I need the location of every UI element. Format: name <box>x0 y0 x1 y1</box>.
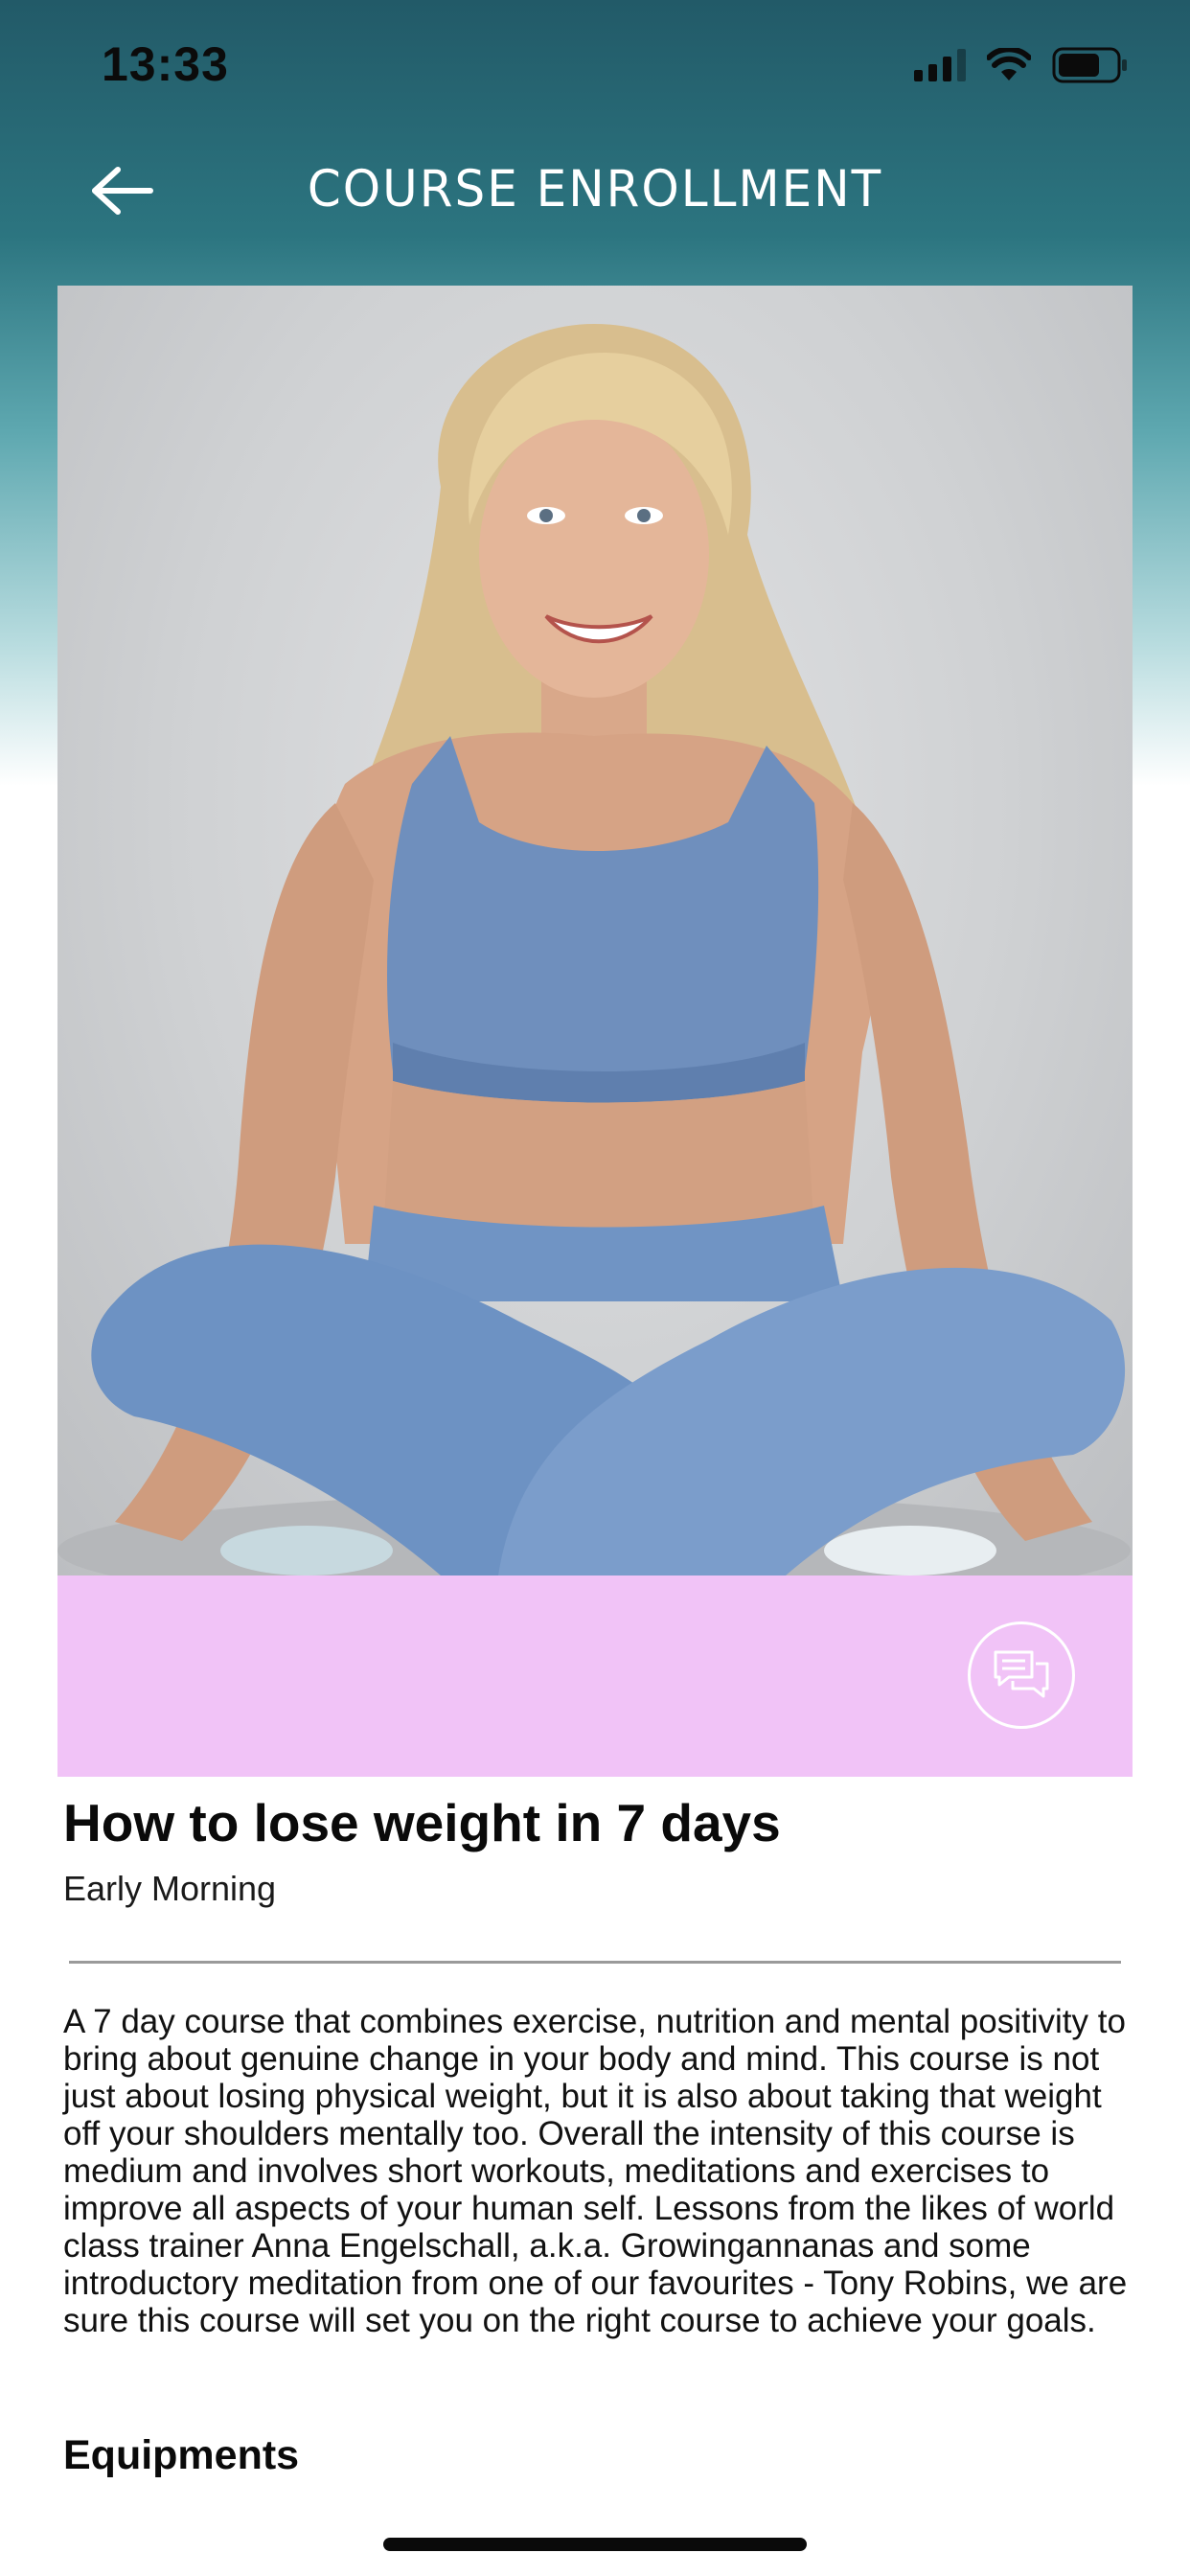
status-time: 13:33 <box>102 37 229 91</box>
divider <box>69 1961 1121 1964</box>
page-title: COURSE ENROLLMENT <box>307 159 883 218</box>
course-title: How to lose weight in 7 days <box>63 1793 781 1852</box>
course-time-of-day: Early Morning <box>63 1869 277 1908</box>
wifi-icon <box>987 48 1031 80</box>
status-icons <box>914 44 1129 86</box>
cellular-signal-icon <box>914 49 966 81</box>
course-description: A 7 day course that combines exercise, n… <box>63 2003 1128 2339</box>
battery-icon <box>1052 47 1127 83</box>
course-hero-card <box>57 286 1133 1777</box>
chat-bubbles-icon <box>994 1650 1049 1698</box>
chat-button[interactable] <box>968 1622 1075 1729</box>
equipments-heading: Equipments <box>63 2432 300 2478</box>
home-indicator[interactable] <box>383 2538 807 2551</box>
course-cover-image <box>57 286 1133 1576</box>
course-hero-banner <box>57 1576 1133 1777</box>
